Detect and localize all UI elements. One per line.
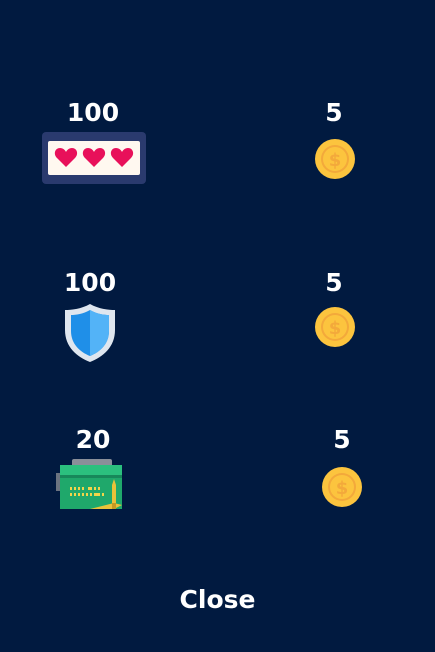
item-amount: 100 — [63, 268, 117, 297]
svg-text:$: $ — [329, 318, 342, 339]
ammo-box-icon — [56, 459, 126, 515]
item-amount: 20 — [75, 425, 111, 454]
item-price: 5 — [325, 98, 343, 127]
hearts-icon — [42, 132, 146, 184]
item-price: 5 — [333, 425, 351, 454]
svg-text:$: $ — [329, 150, 342, 171]
item-price: 5 — [325, 268, 343, 297]
shop-item-shield[interactable]: 100 5 $ — [0, 268, 435, 378]
item-amount: 100 — [66, 98, 120, 127]
shop-item-hearts[interactable]: 100 5 $ — [0, 98, 435, 208]
shield-icon — [63, 303, 117, 363]
svg-text:$: $ — [336, 478, 349, 499]
coin-icon: $ — [321, 466, 363, 508]
shop-item-ammo[interactable]: 20 5 $ — [0, 425, 435, 535]
coin-icon: $ — [314, 306, 356, 348]
coin-icon: $ — [314, 138, 356, 180]
close-button[interactable]: Close — [140, 578, 295, 620]
